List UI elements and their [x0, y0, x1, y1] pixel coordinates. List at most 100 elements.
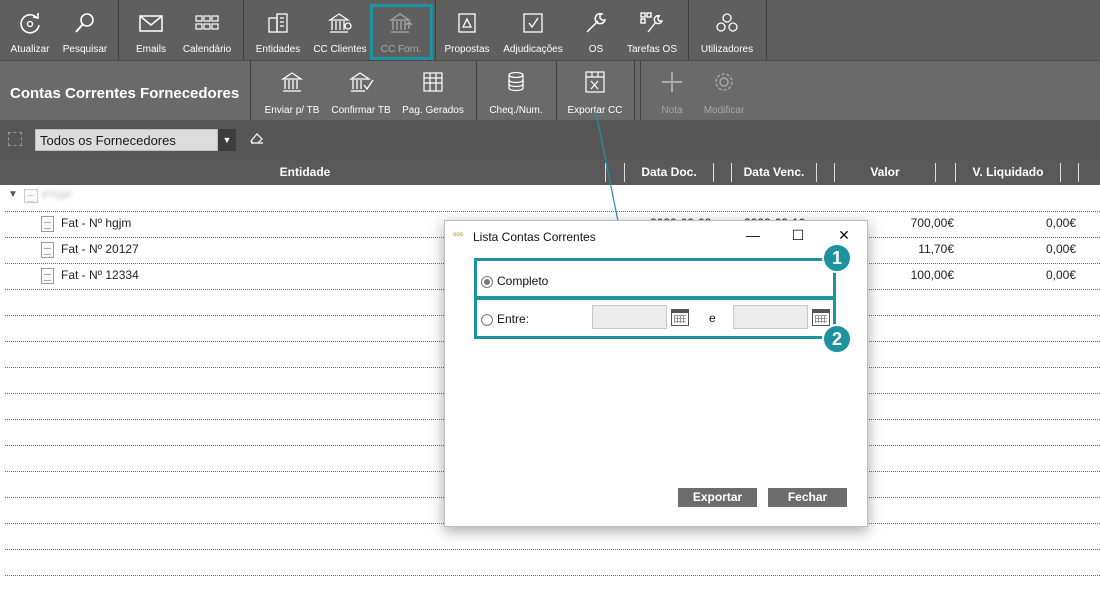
document-icon	[41, 242, 54, 258]
entidades-label: Entidades	[255, 44, 301, 55]
tarefas-os-label: Tarefas OS	[626, 44, 678, 55]
pesquisar-label: Pesquisar	[62, 44, 108, 55]
propostas-button[interactable]: Propostas	[440, 0, 494, 60]
supplier-filter-select[interactable]: Todos os Fornecedores	[35, 129, 218, 151]
emails-button[interactable]: Emails	[124, 0, 178, 60]
dropdown-arrow-icon[interactable]: ▼	[218, 129, 236, 151]
users-icon	[716, 13, 738, 32]
col-data-doc[interactable]: Data Doc.	[625, 160, 713, 185]
section-toolbar: Contas Correntes Fornecedores Enviar p/ …	[0, 60, 1100, 121]
os-button[interactable]: OS	[572, 0, 620, 60]
entities-icon	[268, 13, 288, 33]
callout-badge-2: 2	[822, 324, 852, 354]
option-entre-highlight	[474, 297, 836, 339]
nota-button[interactable]: Nota	[648, 61, 696, 121]
bank-icon	[280, 72, 304, 92]
toolbar-divider	[634, 61, 635, 121]
atualizar-button[interactable]: Atualizar	[2, 0, 58, 60]
confirmar-tb-label: Confirmar TB	[331, 105, 391, 116]
dialog-title: Lista Contas Correntes	[473, 230, 596, 244]
plus-icon	[662, 72, 682, 92]
emails-label: Emails	[135, 44, 166, 55]
cc-forn-highlight	[370, 4, 433, 60]
toolbar-divider	[476, 61, 477, 121]
col-divider	[935, 163, 936, 182]
row-liquidado: 0,00€	[1045, 268, 1076, 282]
maximize-icon[interactable]: ☐	[788, 225, 808, 245]
enviar-tb-button[interactable]: Enviar p/ TB	[258, 61, 326, 121]
option-completo-highlight	[474, 258, 836, 299]
enviar-tb-label: Enviar p/ TB	[264, 105, 320, 116]
callout-badge-1: 1	[822, 243, 852, 273]
gear-icon	[715, 73, 733, 91]
filter-bar: Todos os Fornecedores ▼	[0, 120, 1100, 160]
calendario-button[interactable]: Calendário	[178, 0, 236, 60]
fechar-button[interactable]: Fechar	[768, 488, 847, 507]
document-icon	[41, 216, 54, 232]
confirmar-tb-button[interactable]: Confirmar TB	[328, 61, 394, 121]
proposal-icon	[458, 13, 476, 33]
col-divider	[713, 163, 714, 182]
os-label: OS	[588, 44, 604, 55]
select-all-checkbox[interactable]	[8, 132, 22, 146]
modificar-button[interactable]: Modificar	[698, 61, 750, 121]
table-header: Entidade Data Doc. Data Venc. Valor V. L…	[0, 160, 1100, 185]
bank-check-icon	[348, 72, 374, 92]
adjudicacoes-label: Adjudicações	[503, 44, 563, 55]
minimize-icon[interactable]: —	[743, 225, 763, 245]
cheq-num-button[interactable]: Cheq./Num.	[483, 61, 549, 121]
atualizar-label: Atualizar	[10, 44, 50, 55]
row-doc: Fat - Nº 12334	[61, 268, 139, 282]
envelope-icon	[139, 15, 163, 32]
col-entidade[interactable]: Entidade	[0, 160, 610, 185]
row-doc: Fat - Nº 20127	[61, 242, 139, 256]
pag-gerados-button[interactable]: Pag. Gerados	[398, 61, 468, 121]
nota-label: Nota	[661, 105, 683, 116]
row-liquidado: 0,00€	[1045, 216, 1076, 230]
close-icon[interactable]: ✕	[834, 225, 854, 245]
exportar-button[interactable]: Exportar	[678, 488, 757, 507]
row-valor: 700,00€	[910, 216, 954, 230]
row-divider	[5, 549, 1100, 550]
col-v-liquidado[interactable]: V. Liquidado	[956, 160, 1060, 185]
modificar-label: Modificar	[703, 105, 745, 116]
row-valor: 100,00€	[910, 268, 954, 282]
row-divider	[5, 575, 1100, 576]
toolbar-divider	[640, 61, 641, 121]
tarefas-os-button[interactable]: Tarefas OS	[622, 0, 682, 60]
toolbar-divider	[250, 61, 251, 121]
toolbar-divider	[688, 0, 689, 60]
row-valor: 11,70€	[918, 242, 954, 256]
pag-gerados-label: Pag. Gerados	[402, 105, 464, 116]
toolbar-divider	[435, 0, 436, 60]
utilizadores-button[interactable]: Utilizadores	[694, 0, 760, 60]
utilizadores-label: Utilizadores	[700, 44, 754, 55]
app-logo-icon: ooo	[453, 232, 464, 238]
col-divider	[1078, 163, 1079, 182]
cc-clientes-button[interactable]: CC Clientes	[310, 0, 370, 60]
tasks-wrench-icon	[640, 12, 664, 33]
col-data-venc[interactable]: Data Venc.	[732, 160, 816, 185]
spreadsheet-icon	[423, 72, 443, 92]
col-valor[interactable]: Valor	[835, 160, 935, 185]
row-doc: Fat - Nº hgjm	[61, 216, 132, 230]
eraser-icon[interactable]	[249, 130, 265, 146]
adjudicacoes-button[interactable]: Adjudicações	[498, 0, 568, 60]
refresh-icon	[20, 13, 40, 34]
expand-arrow-icon[interactable]: ▼	[8, 189, 18, 200]
excel-export-icon	[585, 71, 605, 93]
group-icon	[24, 189, 38, 203]
toolbar-divider	[556, 61, 557, 121]
main-toolbar: Atualizar Pesquisar Emails Calendário En…	[0, 0, 1100, 60]
app-window: Atualizar Pesquisar Emails Calendário En…	[0, 0, 1100, 598]
calendario-label: Calendário	[182, 44, 232, 55]
entidades-button[interactable]: Entidades	[250, 0, 306, 60]
page-title: Contas Correntes Fornecedores	[10, 85, 240, 102]
document-icon	[41, 268, 54, 284]
bank-clients-icon	[327, 13, 352, 33]
toolbar-divider	[766, 0, 767, 60]
pesquisar-button[interactable]: Pesquisar	[58, 0, 112, 60]
propostas-label: Propostas	[444, 44, 490, 55]
group-label: PTGP	[42, 190, 72, 202]
database-icon	[508, 71, 524, 92]
